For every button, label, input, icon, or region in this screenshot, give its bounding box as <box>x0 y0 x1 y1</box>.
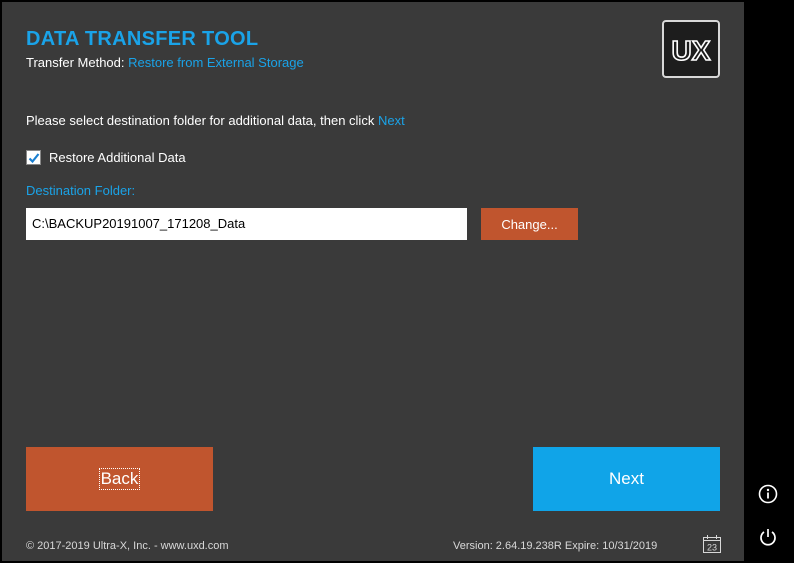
calendar-icon[interactable]: 23 <box>702 534 722 554</box>
main-panel: DATA TRANSFER TOOL Transfer Method: Rest… <box>2 2 744 561</box>
instruction-next-link: Next <box>377 113 405 128</box>
restore-additional-row[interactable]: Restore Additional Data <box>26 150 186 165</box>
back-button[interactable]: Back <box>26 447 213 511</box>
transfer-method-label: Transfer Method: <box>26 55 125 70</box>
copyright-text: © 2017-2019 Ultra-X, Inc. - www.uxd.com <box>26 540 229 552</box>
version-text: Version: 2.64.19.238R Expire: 10/31/2019 <box>453 540 658 552</box>
instruction-text: Please select destination folder for add… <box>26 113 405 128</box>
transfer-method-value: Restore from External Storage <box>128 55 304 70</box>
power-icon[interactable] <box>758 527 778 547</box>
back-button-label: Back <box>98 468 141 490</box>
calendar-day: 23 <box>707 543 717 553</box>
destination-folder-input[interactable]: C:\BACKUP20191007_171208_Data <box>26 208 467 240</box>
instruction-body: Please select destination folder for add… <box>26 113 375 128</box>
info-icon[interactable] <box>758 484 778 504</box>
next-button[interactable]: Next <box>533 447 720 511</box>
restore-additional-label: Restore Additional Data <box>49 150 186 165</box>
app-title: DATA TRANSFER TOOL <box>26 28 259 50</box>
checkmark-icon <box>28 152 39 163</box>
right-sidebar <box>744 2 792 561</box>
calendar-icon-svg: 23 <box>703 535 721 553</box>
ux-logo-icon: UX <box>671 34 712 67</box>
logo-text: UX <box>672 35 711 66</box>
destination-folder-label: Destination Folder: <box>26 183 136 198</box>
ux-logo: UX <box>662 20 720 78</box>
restore-additional-checkbox[interactable] <box>26 150 41 165</box>
change-button[interactable]: Change... <box>481 208 578 240</box>
transfer-method: Transfer Method: Restore from External S… <box>26 55 304 70</box>
